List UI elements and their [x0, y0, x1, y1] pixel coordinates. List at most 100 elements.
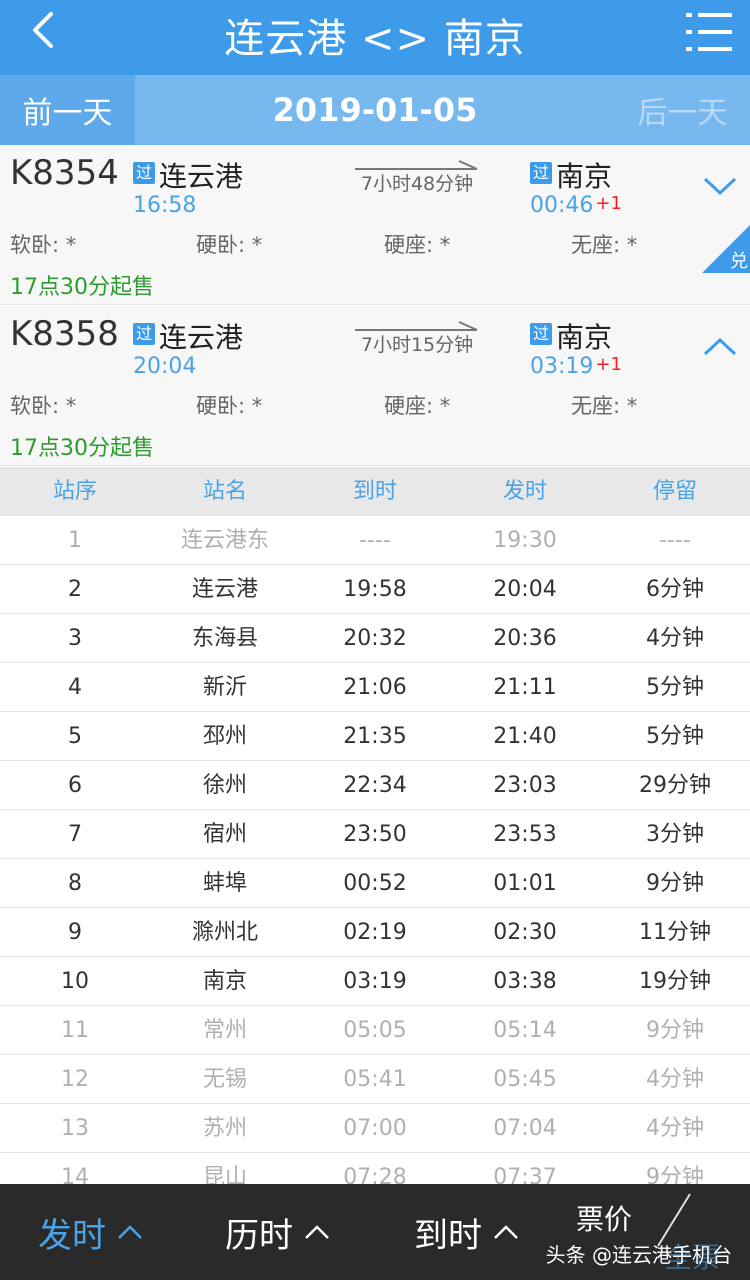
- stop-seq: 6: [68, 773, 82, 798]
- route-title: 连云港 <> 南京: [224, 16, 526, 62]
- stop-station: 滁州北: [191, 920, 258, 945]
- stop-depart: 01:01: [493, 871, 557, 896]
- stop-seq: 1: [68, 528, 82, 553]
- train-card[interactable]: K8358 过 连云港 20:04 7小时15分钟 过 南京 03:19 +1 软…: [0, 306, 750, 466]
- stop-arrive: 21:06: [343, 675, 407, 700]
- col-header-stop: 停留: [652, 479, 697, 504]
- col-header-seq: 站序: [52, 479, 97, 504]
- date-bar: 前一天 2019-01-05 后一天: [0, 75, 750, 145]
- stop-duration: ----: [659, 528, 691, 553]
- from-station: 连云港: [159, 160, 244, 193]
- pass-through-badge: 过: [133, 162, 155, 184]
- tab-arrive-time[interactable]: 到时: [414, 1184, 520, 1280]
- stop-duration: 11分钟: [639, 920, 711, 945]
- stop-depart: 21:11: [493, 675, 557, 700]
- stop-seq: 3: [68, 626, 82, 651]
- pass-through-badge: 过: [530, 323, 552, 345]
- chevron-up-icon: [305, 1225, 329, 1239]
- col-header-depart: 发时: [502, 479, 547, 504]
- stop-duration: 4分钟: [646, 1067, 704, 1092]
- stop-duration: 9分钟: [646, 871, 704, 896]
- stop-arrive: 20:32: [343, 626, 407, 651]
- next-day-marker: +1: [595, 193, 622, 214]
- tab-label: 发时: [38, 1215, 106, 1256]
- pass-through-badge: 过: [133, 323, 155, 345]
- table-row: 6 徐州 22:34 23:03 29分钟: [0, 761, 750, 810]
- stop-seq: 2: [68, 577, 82, 602]
- stop-seq: 13: [61, 1116, 89, 1141]
- stop-station: 无锡: [202, 1067, 247, 1092]
- table-row: 12 无锡 05:41 05:45 4分钟: [0, 1055, 750, 1104]
- stop-depart: 23:03: [493, 773, 557, 798]
- arrive-time: 03:19 +1: [530, 354, 622, 379]
- stop-station: 新沂: [202, 675, 247, 700]
- stop-seq: 8: [68, 871, 82, 896]
- arrive-time: 00:46 +1: [530, 193, 622, 218]
- stop-arrive: 00:52: [343, 871, 407, 896]
- depart-time: 16:58: [133, 193, 197, 218]
- tab-label: 历时: [225, 1215, 293, 1256]
- stop-seq: 12: [61, 1067, 89, 1092]
- stop-depart: 21:40: [493, 724, 557, 749]
- next-day-marker: +1: [595, 354, 622, 375]
- seat-hard-seat: 硬座: *: [384, 394, 451, 418]
- stop-duration: 4分钟: [646, 1116, 704, 1141]
- stop-arrive: 03:19: [343, 969, 407, 994]
- next-day-button[interactable]: 后一天: [615, 75, 750, 145]
- stop-arrive: 07:00: [343, 1116, 407, 1141]
- to-station: 南京: [556, 321, 613, 354]
- train-card[interactable]: K8354 过 连云港 16:58 7小时48分钟 过 南京 00:46 +1 软…: [0, 145, 750, 305]
- stop-station: 蚌埠: [202, 871, 247, 896]
- price-toggle[interactable]: 票价: [576, 1198, 632, 1238]
- stop-depart: 03:38: [493, 969, 557, 994]
- stop-station: 南京: [202, 969, 247, 994]
- exchange-tag: 兑: [730, 251, 748, 272]
- seat-hard-sleeper: 硬卧: *: [196, 233, 263, 257]
- tab-label: 到时: [414, 1215, 482, 1256]
- stop-duration: 19分钟: [639, 969, 711, 994]
- tab-depart-time[interactable]: 发时: [38, 1184, 144, 1280]
- from-station: 连云港: [159, 321, 244, 354]
- stop-depart: 20:04: [493, 577, 557, 602]
- seat-soft-sleeper: 软卧: *: [10, 233, 77, 257]
- chevron-up-icon: [118, 1225, 142, 1239]
- table-row: 2 连云港 19:58 20:04 6分钟: [0, 565, 750, 614]
- stop-duration: 3分钟: [646, 822, 704, 847]
- stop-station: 宿州: [202, 822, 247, 847]
- stop-station: 苏州: [202, 1116, 247, 1141]
- stop-arrive: 19:58: [343, 577, 407, 602]
- tab-duration[interactable]: 历时: [225, 1184, 331, 1280]
- col-header-station: 站名: [202, 479, 247, 504]
- stop-seq: 7: [68, 822, 82, 847]
- stop-arrive: 02:19: [343, 920, 407, 945]
- table-row: 9 滁州北 02:19 02:30 11分钟: [0, 908, 750, 957]
- stop-seq: 9: [68, 920, 82, 945]
- table-row: 10 南京 03:19 03:38 19分钟: [0, 957, 750, 1006]
- table-row: 8 蚌埠 00:52 01:01 9分钟: [0, 859, 750, 908]
- stop-seq: 5: [68, 724, 82, 749]
- bottom-sort-bar: 发时 历时 到时 票价 全票 头条 @连云港手机台: [0, 1184, 750, 1280]
- pass-through-badge: 过: [530, 162, 552, 184]
- table-row: 4 新沂 21:06 21:11 5分钟: [0, 663, 750, 712]
- sale-time-note: 17点30分起售: [10, 436, 154, 461]
- watermark-text: 头条 @连云港手机台: [545, 1243, 732, 1267]
- seat-standing: 无座: *: [571, 394, 638, 418]
- list-menu-icon[interactable]: [686, 10, 732, 54]
- seat-hard-seat: 硬座: *: [384, 233, 451, 257]
- seat-hard-sleeper: 硬卧: *: [196, 394, 263, 418]
- stop-duration: 4分钟: [646, 626, 704, 651]
- chevron-down-icon[interactable]: [702, 171, 738, 201]
- stop-depart: 23:53: [493, 822, 557, 847]
- stop-station: 连云港: [191, 577, 258, 602]
- stop-arrive: 22:34: [343, 773, 407, 798]
- stop-station: 邳州: [202, 724, 247, 749]
- to-station: 南京: [556, 160, 613, 193]
- seat-standing: 无座: *: [571, 233, 638, 257]
- stops-table-header: 站序 站名 到时 发时 停留: [0, 467, 750, 516]
- table-row: 11 常州 05:05 05:14 9分钟: [0, 1006, 750, 1055]
- stop-station: 徐州: [202, 773, 247, 798]
- stop-depart: 05:14: [493, 1018, 557, 1043]
- train-number: K8358: [10, 314, 119, 354]
- chevron-up-icon: [494, 1225, 518, 1239]
- chevron-up-icon[interactable]: [702, 332, 738, 362]
